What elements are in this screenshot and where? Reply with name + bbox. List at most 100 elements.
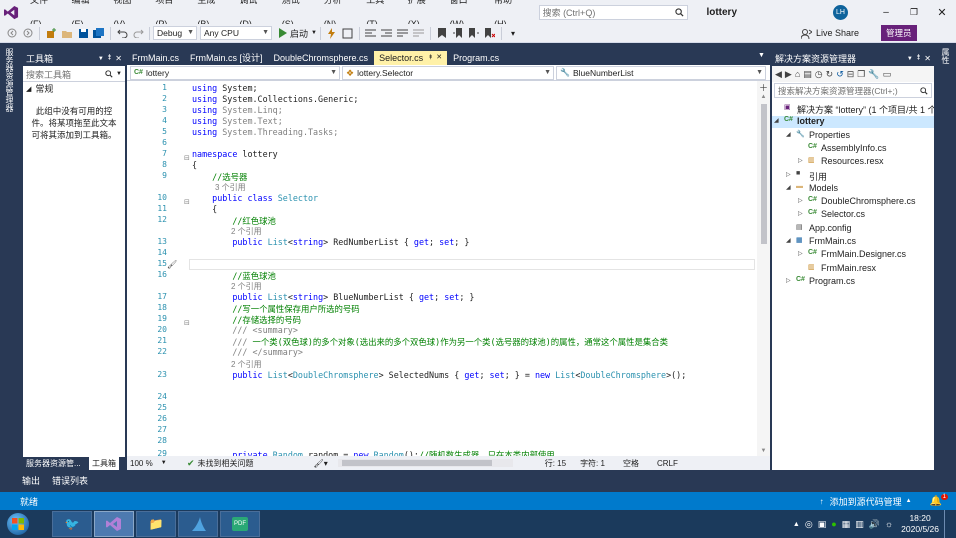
platform-dropdown[interactable]: Any CPU ▼ [200,26,272,40]
solution-tree-item[interactable]: ▷ ■ 引用 [772,170,934,182]
align-left-icon[interactable] [364,26,378,40]
pin-icon[interactable]: ⯒ [429,51,432,65]
uncomment-icon[interactable] [412,26,426,40]
expand-arrow-icon[interactable]: ▷ [798,197,803,204]
new-project-icon[interactable] [44,26,58,40]
align-right-icon[interactable] [380,26,394,40]
solution-tree-item[interactable]: ▷ C# Selector.cs [772,209,934,221]
config-dropdown[interactable]: Debug ▼ [153,26,197,40]
vs-logo-icon[interactable] [0,0,24,24]
solution-tree-item[interactable]: ◢ 🔧 Properties [772,130,934,142]
tray-app-icon[interactable]: ▦ [842,519,851,530]
open-folder-icon[interactable] [60,26,74,40]
prev-bookmark-icon[interactable] [451,26,465,40]
document-tab[interactable]: FrmMain.cs [127,51,184,65]
expand-arrow-icon[interactable]: ◢ [774,117,779,124]
next-bookmark-icon[interactable] [467,26,481,40]
error-list-tab[interactable]: 错误列表 [52,474,88,487]
zoom-dropdown[interactable]: 100 % ▼ [127,459,177,468]
code-line[interactable]: public List<string> BlueNumberList { get… [192,292,474,302]
input-method-icon[interactable]: ☼ [885,519,893,529]
code-line[interactable]: { [192,204,217,214]
solution-tree-item[interactable]: ▷ C# Program.cs [772,276,934,288]
minimize-icon[interactable]: – [872,7,900,18]
dropdown-icon[interactable]: ▼ [98,56,104,62]
solution-tree-item[interactable]: C# AssemblyInfo.cs [772,143,934,155]
properties-tab[interactable]: 属性 [938,44,953,68]
scrollbar-thumb[interactable] [760,104,767,244]
clear-bookmarks-icon[interactable] [483,26,497,40]
start-button[interactable]: 启动 ▼ [278,27,317,40]
expand-arrow-icon[interactable]: ◢ [786,237,791,244]
home-icon[interactable]: ⌂ [795,69,800,79]
code-line[interactable]: using System; [192,83,258,93]
chevron-down-icon[interactable]: ▼ [116,71,122,77]
toolbox-search[interactable]: 搜索工具箱 ▼ [23,67,125,82]
forward-icon[interactable] [21,26,35,40]
dropdown-icon[interactable]: ▼ [907,56,913,62]
solution-tree-item[interactable]: ◢ ▬ Models [772,183,934,195]
close-icon[interactable]: ✕ [924,54,931,63]
volume-icon[interactable]: 🔊 [869,519,880,530]
toolbox-search-input[interactable]: 搜索工具箱 [26,68,105,81]
solution-explorer-search[interactable]: 搜索解决方案资源管理器(Ctrl+;) [774,83,932,98]
collapse-toggle-icon[interactable]: ⊟ [184,319,190,327]
output-tab[interactable]: 输出 [22,474,40,487]
properties-icon[interactable]: 🔧 [868,69,879,80]
indent-mode[interactable]: 空格 [623,458,639,469]
code-line[interactable]: private Random random = new Random();//随… [192,449,554,456]
preview-icon[interactable]: ▭ [883,69,892,80]
notification-bell-icon[interactable]: 🔔 1 [930,493,948,507]
vertical-scrollbar[interactable]: ＋ ▲ ▼ [757,81,770,456]
redo-icon[interactable] [131,26,145,40]
add-to-source-control-button[interactable]: ↑ 添加到源代码管理 ▲ [820,495,912,508]
collapse-toggle-icon[interactable]: ⊟ [184,154,190,162]
search-input[interactable]: 搜索 (Ctrl+Q) [543,6,676,19]
solution-tree-item[interactable]: ▷ C# DoubleChromsphere.cs [772,196,934,208]
quick-action-brush-icon[interactable]: 🖌 [167,260,177,269]
taskbar-app-visual-studio[interactable] [94,511,134,537]
toolbox-footer-tab[interactable]: 工具箱 [89,457,119,470]
solution-tree-item[interactable]: ▷ C# FrmMain.Designer.cs [772,249,934,261]
tray-app-icon[interactable]: ◎ [805,519,813,530]
comment-icon[interactable] [396,26,410,40]
code-line[interactable]: namespace lottery [192,149,278,159]
solution-tree-item[interactable]: ◢ C# lottery [772,116,934,129]
scrollbar-thumb[interactable] [341,460,492,466]
pending-changes-icon[interactable]: ◷ [815,69,823,80]
document-tab[interactable]: Selector.cs ⯒ ✕ [374,51,448,65]
network-icon[interactable]: ▥ [855,519,864,530]
switch-view-icon[interactable]: ▤ [803,69,812,80]
class-dropdown[interactable]: ❖ lottery.Selector ▼ [342,65,554,80]
scroll-down-icon[interactable]: ▼ [757,448,770,454]
pin-icon[interactable]: ⯒ [108,52,112,66]
solution-tree-item[interactable]: ▤ App.config [772,223,934,235]
forward-icon[interactable]: ▶ [785,69,792,80]
save-icon[interactable] [76,26,90,40]
issues-indicator[interactable]: ✔ 未找到相关问题 [187,458,254,469]
taskbar-app-shark[interactable] [178,511,218,537]
code-line[interactable]: public List<DoubleChromsphere> SelectedN… [192,370,686,380]
taskbar-app-pdf[interactable]: PDF [220,511,260,537]
solution-tree-item[interactable]: ▷ ▥ Resources.resx [772,156,934,168]
close-icon[interactable]: ✕ [115,54,122,63]
expand-arrow-icon[interactable]: ▷ [798,210,803,217]
taskbar-app-feather[interactable]: 🐦 [52,511,92,537]
windows-start-button[interactable] [0,510,36,538]
horizontal-scrollbar[interactable] [337,459,513,467]
undo-icon[interactable] [115,26,129,40]
expand-arrow-icon[interactable]: ▷ [798,250,803,257]
back-icon[interactable]: ◀ [775,69,782,80]
close-icon[interactable]: ✕ [928,6,956,19]
tab-overflow-icon[interactable]: ▼ [758,52,765,59]
back-icon[interactable] [5,26,19,40]
expand-arrow-icon[interactable]: ▷ [786,277,791,284]
show-all-files-icon[interactable]: ❐ [857,69,865,80]
document-tab[interactable]: Program.cs [448,51,504,65]
sync-icon[interactable]: ↻ [826,69,834,80]
code-line[interactable]: using System.Threading.Tasks; [192,127,338,137]
server-explorer-tab[interactable]: 服务器资源管理器 [0,44,17,116]
code-line[interactable]: public class Selector [192,193,318,203]
solution-search-input[interactable]: 搜索解决方案资源管理器(Ctrl+;) [778,85,920,97]
pin-icon[interactable]: ⯒ [917,52,921,66]
